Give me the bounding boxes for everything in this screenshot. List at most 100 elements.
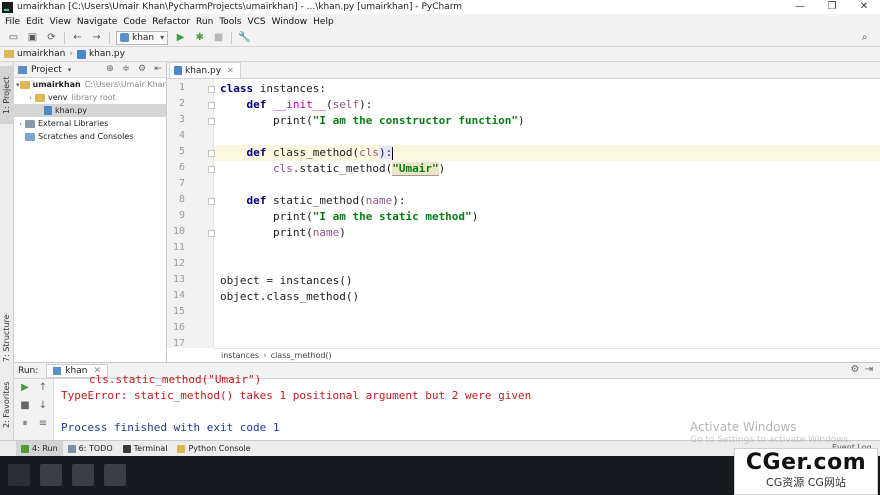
line-number: 13 xyxy=(172,274,185,285)
fold-marker-icon[interactable] xyxy=(208,102,215,109)
bottom-tab-run-label: 4: Run xyxy=(32,444,58,453)
debug-icon[interactable]: ✱ xyxy=(192,31,207,45)
nav-crumb-file[interactable]: khan.py xyxy=(76,49,125,59)
sync-icon[interactable]: ⟳ xyxy=(44,31,59,45)
tree-item-venv[interactable]: › venv library root xyxy=(14,91,166,104)
menu-file[interactable]: File xyxy=(2,17,23,27)
tree-item-root[interactable]: ▾ umairkhan C:\Users\Umair Khan\PycharmP… xyxy=(14,78,166,91)
search-icon[interactable]: ⌕ xyxy=(857,31,872,45)
run-configuration-select[interactable]: khan ▾ xyxy=(116,30,169,45)
restore-button[interactable]: ❐ xyxy=(816,0,848,14)
menu-view[interactable]: View xyxy=(47,17,74,27)
taskbar-app-icon[interactable] xyxy=(72,464,94,486)
soft-wrap-icon[interactable]: ≡ xyxy=(36,417,50,431)
activate-windows-subtext: Go to Settings to activate Windows. xyxy=(690,435,852,445)
chevron-right-icon[interactable]: › xyxy=(26,94,35,102)
menu-navigate[interactable]: Navigate xyxy=(74,17,120,27)
tree-item-khan-py-label: khan.py xyxy=(55,106,88,115)
hide-panel-icon[interactable]: ⇥ xyxy=(862,364,876,375)
code-text: ): xyxy=(392,194,406,207)
fold-marker-icon[interactable] xyxy=(208,166,215,173)
window-title: umairkhan [C:\Users\Umair Khan\PycharmPr… xyxy=(17,2,463,12)
tree-item-khan-py[interactable]: khan.py xyxy=(14,104,166,117)
close-window-button[interactable]: ✕ xyxy=(848,0,880,14)
bottom-tab-run[interactable]: 4: Run xyxy=(16,441,63,456)
project-panel-title[interactable]: Project xyxy=(31,65,62,75)
chevron-down-icon[interactable]: ▾ xyxy=(68,66,72,74)
tree-item-external-libraries[interactable]: › External Libraries xyxy=(14,117,166,130)
nav-crumb-project[interactable]: umairkhan xyxy=(4,49,65,59)
fold-marker-icon[interactable] xyxy=(208,230,215,237)
line-number: 15 xyxy=(172,306,185,317)
menu-tools[interactable]: Tools xyxy=(216,17,244,27)
minimize-button[interactable]: — xyxy=(784,0,816,14)
stop-icon[interactable]: ■ xyxy=(211,31,226,45)
project-icon xyxy=(18,65,27,74)
bottom-tab-todo[interactable]: 6: TODO xyxy=(63,441,118,456)
code-area[interactable]: class instances: def __init__(self): pri… xyxy=(220,79,880,348)
collapse-all-icon[interactable]: ≑ xyxy=(120,63,132,76)
run-panel-tools: ⚙ ⇥ xyxy=(848,364,876,375)
code-text: print( xyxy=(272,226,313,239)
run-icon[interactable]: ▶ xyxy=(173,31,188,45)
breadcrumb-class[interactable]: instances xyxy=(221,351,259,360)
fold-marker-icon[interactable] xyxy=(208,86,215,93)
hide-panel-icon[interactable]: ⇤ xyxy=(152,63,164,76)
run-panel-label: Run: xyxy=(18,365,39,376)
menu-refactor[interactable]: Refactor xyxy=(149,17,193,27)
main-toolbar: ▭ ▣ ⟳ ← → khan ▾ ▶ ✱ ■ 🔧 ⌕ xyxy=(0,29,880,47)
line-number: 10 xyxy=(172,226,185,237)
taskbar-app-icon[interactable] xyxy=(40,464,62,486)
project-tool-tab[interactable]: 1: Project xyxy=(0,66,14,124)
back-arrow-icon[interactable]: ← xyxy=(70,31,85,45)
bottom-tab-todo-label: 6: TODO xyxy=(78,444,113,453)
chevron-down-icon[interactable]: ▾ xyxy=(16,81,20,89)
menu-edit[interactable]: Edit xyxy=(23,17,46,27)
menu-window[interactable]: Window xyxy=(269,17,311,27)
python-console-icon xyxy=(177,444,186,453)
tree-item-scratches[interactable]: Scratches and Consoles xyxy=(14,130,166,143)
menu-help[interactable]: Help xyxy=(310,17,337,27)
taskbar-app-icon[interactable] xyxy=(104,464,126,486)
fold-marker-icon[interactable] xyxy=(208,198,215,205)
start-icon[interactable] xyxy=(8,464,30,486)
locate-file-icon[interactable]: ⊕ xyxy=(104,63,116,76)
close-icon[interactable]: ✕ xyxy=(227,66,234,75)
up-arrow-icon[interactable]: ↑ xyxy=(36,381,50,395)
toolbar-separator xyxy=(64,31,65,44)
line-number: 17 xyxy=(172,338,185,349)
breadcrumb-method[interactable]: class_method() xyxy=(271,351,332,360)
code-line-14: object.class_method() xyxy=(220,290,360,303)
structure-tool-tab[interactable]: 7: Structure xyxy=(0,314,14,362)
chevron-right-icon[interactable]: › xyxy=(16,120,25,128)
menu-run[interactable]: Run xyxy=(193,17,216,27)
bottom-tab-python-console[interactable]: Python Console xyxy=(172,441,255,456)
wrench-icon[interactable]: 🔧 xyxy=(237,31,252,45)
line-number: 9 xyxy=(178,210,185,221)
code-line-13: object = instances() xyxy=(220,274,353,287)
editor-tab-khan-py[interactable]: khan.py ✕ xyxy=(169,62,241,78)
fold-marker-icon[interactable] xyxy=(208,118,215,125)
rerun-icon[interactable]: ▶ xyxy=(18,381,32,395)
gear-icon[interactable]: ⚙ xyxy=(848,364,862,375)
open-folder-icon[interactable]: ▭ xyxy=(6,31,21,45)
save-all-icon[interactable]: ▣ xyxy=(25,31,40,45)
bottom-tab-terminal[interactable]: Terminal xyxy=(118,441,173,456)
nav-crumb-project-label: umairkhan xyxy=(17,49,66,59)
project-panel: Project ▾ ⊕ ≑ ⚙ ⇤ ▾ umairkhan C:\Users\U… xyxy=(14,62,167,362)
cger-brand-text: CGer.com xyxy=(745,450,867,475)
pause-icon[interactable]: ⏸ xyxy=(18,417,32,431)
fold-marker-icon[interactable] xyxy=(208,150,215,157)
menu-code[interactable]: Code xyxy=(120,17,149,27)
stop-icon[interactable]: ■ xyxy=(18,399,32,413)
keyword: def xyxy=(246,98,267,111)
favorites-tool-tab[interactable]: 2: Favorites xyxy=(0,382,14,428)
param: cls xyxy=(359,146,379,159)
down-arrow-icon[interactable]: ↓ xyxy=(36,399,50,413)
forward-arrow-icon[interactable]: → xyxy=(89,31,104,45)
gear-icon[interactable]: ⚙ xyxy=(136,63,148,76)
folder-icon xyxy=(4,50,14,58)
line-number: 14 xyxy=(172,290,185,301)
menu-vcs[interactable]: VCS xyxy=(244,17,268,27)
todo-icon xyxy=(67,444,76,453)
